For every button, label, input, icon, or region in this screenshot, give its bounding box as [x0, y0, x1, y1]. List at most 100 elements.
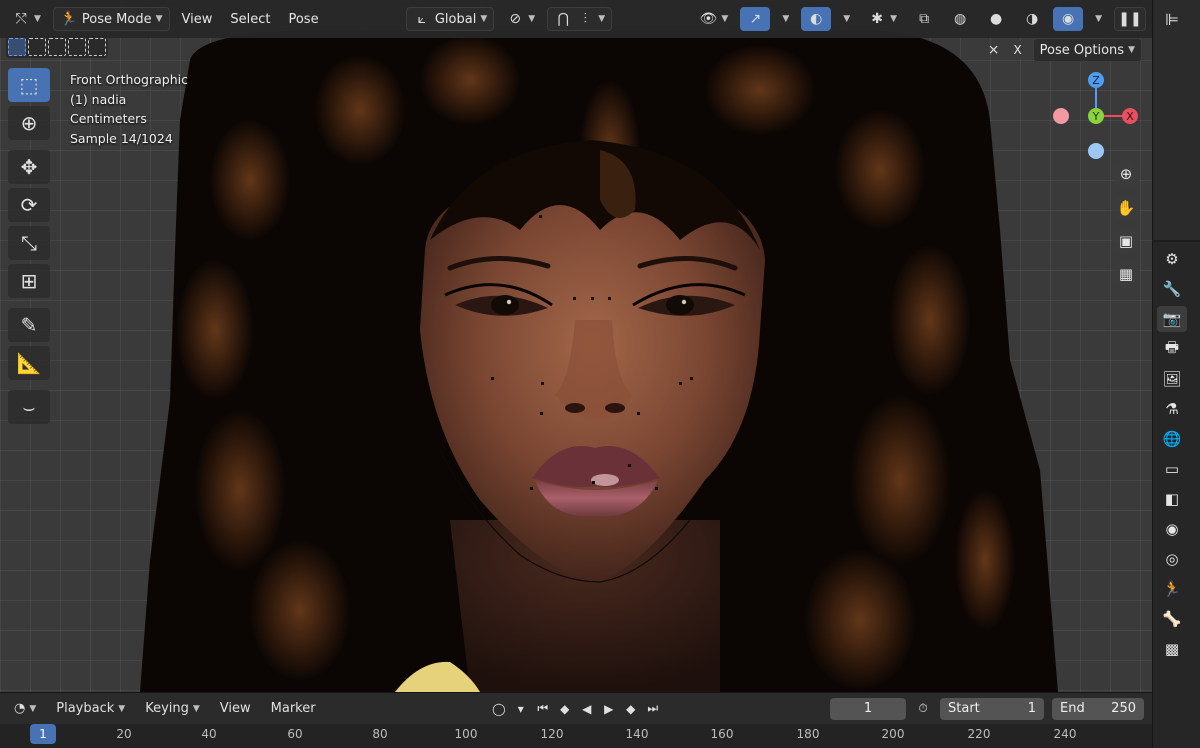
- camera-view-icon[interactable]: ▣: [1112, 227, 1140, 255]
- prev-keyframe-icon[interactable]: ◆: [556, 700, 574, 718]
- shading-dropdown[interactable]: ▼: [1089, 7, 1108, 31]
- mirror-x-toggle[interactable]: X: [1008, 41, 1027, 59]
- chevron-down-icon: ▼: [1128, 45, 1135, 55]
- menu-keying[interactable]: Keying ▼: [139, 698, 206, 720]
- chevron-down-icon[interactable]: ▾: [512, 700, 530, 718]
- menu-select[interactable]: Select: [224, 7, 276, 31]
- editor-type-button[interactable]: ⤲ ▼: [6, 7, 47, 31]
- scene-properties-icon[interactable]: ⚗: [1157, 396, 1187, 422]
- pan-hand-icon[interactable]: ✋: [1112, 194, 1140, 222]
- select-extend-icon[interactable]: [28, 38, 46, 56]
- output-properties-icon[interactable]: 🖶: [1157, 336, 1187, 362]
- mode-dropdown[interactable]: 🏃 Pose Mode ▼: [52, 7, 170, 31]
- navigation-gizmo[interactable]: Z X Y: [1048, 66, 1148, 166]
- shading-material[interactable]: ◑: [1017, 7, 1047, 31]
- render-properties-icon[interactable]: 📷: [1157, 306, 1187, 332]
- pose-options-dropdown[interactable]: Pose Options ▼: [1032, 38, 1142, 62]
- ruler-tick: 220: [967, 727, 991, 741]
- timeline-menu-view[interactable]: View: [214, 698, 257, 720]
- zoom-icon[interactable]: ⊕: [1112, 160, 1140, 188]
- overlays-toggle[interactable]: ◐: [801, 7, 832, 31]
- menu-view[interactable]: View: [176, 7, 219, 31]
- pose-options-bar: ⨯ X Pose Options ▼: [985, 38, 1142, 62]
- world-properties-icon[interactable]: 🌐: [1157, 426, 1187, 452]
- properties-editor-icon[interactable]: ⚙: [1157, 246, 1187, 272]
- measure-tool[interactable]: 📐: [8, 346, 50, 380]
- jump-start-icon[interactable]: ⏮: [534, 700, 552, 718]
- current-frame-indicator[interactable]: 1: [30, 724, 56, 744]
- next-keyframe-icon[interactable]: ◆: [622, 700, 640, 718]
- scale-tool[interactable]: ⤡: [8, 226, 50, 260]
- gizmo-neg-z[interactable]: [1088, 143, 1104, 159]
- rotate-tool[interactable]: ⟳: [8, 188, 50, 222]
- record-icon[interactable]: ◯: [490, 700, 508, 718]
- gizmo-neg-x[interactable]: [1053, 108, 1069, 124]
- select-box-tool[interactable]: ⬚: [8, 68, 50, 102]
- chevron-down-icon: ▼: [782, 14, 790, 24]
- pivot-dropdown[interactable]: ⊘ ▼: [500, 7, 541, 31]
- select-subtract-icon[interactable]: [48, 38, 66, 56]
- collection-properties-icon[interactable]: ▭: [1157, 456, 1187, 482]
- end-frame-field[interactable]: End 250: [1052, 697, 1144, 720]
- chevron-down-icon: ▼: [721, 14, 729, 24]
- transform-icon: ⊞: [20, 269, 38, 293]
- texture-properties-icon[interactable]: ▩: [1157, 636, 1187, 662]
- ortho-grid-icon[interactable]: ▦: [1112, 260, 1140, 288]
- snap-toggle[interactable]: ⋂ ⫶ ▼: [547, 7, 613, 31]
- viewport-header: ⤲ ▼ 🏃 Pose Mode ▼ View Select Pose ⟀ Global ▼…: [0, 0, 1152, 38]
- bone-properties-icon[interactable]: 🦴: [1157, 606, 1187, 632]
- gizmo-x-label: X: [1126, 110, 1134, 123]
- menu-marker[interactable]: Marker: [265, 698, 322, 720]
- relax-pose-tool[interactable]: ⌣: [8, 390, 50, 424]
- viewport-info-overlay: Front Orthographic (1) nadia Centimeters…: [70, 70, 188, 148]
- start-frame-field[interactable]: Start 1: [940, 697, 1044, 720]
- select-new-icon[interactable]: [8, 38, 26, 56]
- view-name: Front Orthographic: [70, 72, 188, 87]
- annotate-tool[interactable]: ✎: [8, 308, 50, 342]
- shading-solid[interactable]: ●: [981, 7, 1011, 31]
- keying-label: Keying: [145, 701, 189, 716]
- select-invert-icon[interactable]: [68, 38, 86, 56]
- tool-properties-icon[interactable]: 🔧: [1157, 276, 1187, 302]
- shading-rendered[interactable]: ◉: [1053, 7, 1084, 31]
- play-icon[interactable]: ▶: [600, 700, 618, 718]
- mirror-icon[interactable]: ⨯: [985, 41, 1003, 59]
- 3d-viewport[interactable]: Front Orthographic (1) nadia Centimeters…: [0, 0, 1152, 692]
- timeline-editor-type[interactable]: ◔ ▼: [8, 698, 42, 720]
- timeline-ruler[interactable]: 20 40 60 80 100 120 140 160 180 200 220 …: [0, 724, 1152, 748]
- cursor-tool[interactable]: ⊕: [8, 106, 50, 140]
- rendered-sphere-icon: ◉: [1061, 11, 1075, 27]
- move-tool[interactable]: ✥: [8, 150, 50, 184]
- transform-orientation-dropdown[interactable]: ⟀ Global ▼: [405, 7, 495, 31]
- outliner-filter-icon[interactable]: ⊫: [1165, 10, 1200, 29]
- chevron-down-icon: ▼: [118, 703, 126, 714]
- view-layer-icon[interactable]: 🖼: [1157, 366, 1187, 392]
- orientation-label: Global: [434, 11, 477, 27]
- overlays-dropdown[interactable]: ▼: [837, 7, 856, 31]
- play-reverse-icon[interactable]: ◀: [578, 700, 596, 718]
- start-label: Start: [948, 701, 980, 716]
- ruler-tick: 80: [372, 727, 388, 741]
- pause-render-button[interactable]: ❚❚: [1114, 7, 1146, 31]
- object-name: (1) nadia: [70, 91, 127, 107]
- clock-icon: ◔: [14, 701, 26, 716]
- ruler-tick: 180: [796, 727, 820, 741]
- xray-toggle[interactable]: ⧉: [909, 7, 939, 31]
- current-frame-field[interactable]: 1: [830, 697, 906, 720]
- menu-playback[interactable]: Playback ▼: [50, 698, 131, 720]
- object-properties-icon[interactable]: ◧: [1157, 486, 1187, 512]
- gizmo-toggle[interactable]: ↗: [740, 7, 771, 31]
- modifier-properties-icon[interactable]: ◉: [1157, 516, 1187, 542]
- bone-overlay-dropdown[interactable]: ✱ ▼: [862, 7, 903, 31]
- select-intersect-icon[interactable]: [88, 38, 106, 56]
- gizmo-dropdown[interactable]: ▼: [776, 7, 795, 31]
- object-data-armature-icon[interactable]: 🏃: [1157, 576, 1187, 602]
- jump-end-icon[interactable]: ⏭: [644, 700, 662, 718]
- transform-tool[interactable]: ⊞: [8, 264, 50, 298]
- playback-label: Playback: [56, 701, 115, 716]
- shading-wireframe[interactable]: ◍: [945, 7, 975, 31]
- menu-pose[interactable]: Pose: [282, 7, 324, 31]
- stopwatch-icon[interactable]: ⏱: [914, 700, 932, 718]
- physics-properties-icon[interactable]: ◎: [1157, 546, 1187, 572]
- visibility-dropdown[interactable]: 👁 ▼: [693, 7, 734, 31]
